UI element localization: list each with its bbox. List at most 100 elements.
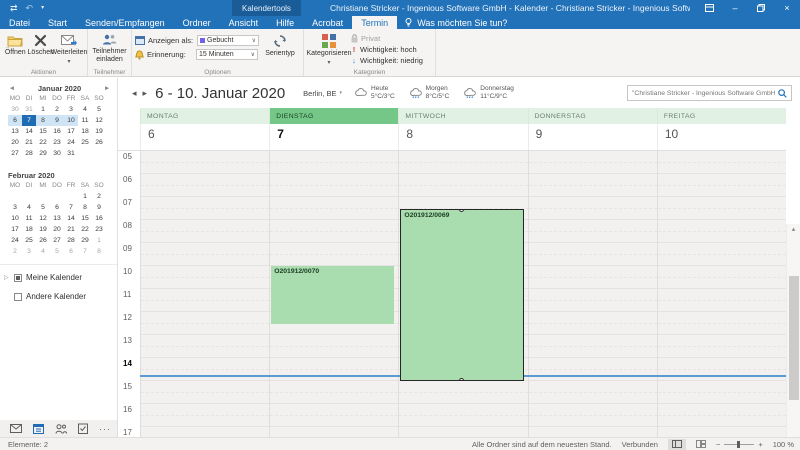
- appointment[interactable]: O201912/0070: [271, 266, 394, 324]
- ribbon-display-options-icon[interactable]: [696, 0, 722, 16]
- mini-calendar-date[interactable]: 27: [50, 235, 64, 246]
- mini-calendar-date[interactable]: 10: [8, 213, 22, 224]
- reading-pane-icon[interactable]: [696, 440, 706, 448]
- mini-calendar-date[interactable]: 3: [64, 104, 78, 115]
- mini-calendar-date[interactable]: 9: [92, 202, 106, 213]
- tab-hilfe[interactable]: Hilfe: [267, 16, 303, 29]
- time-slot[interactable]: [270, 197, 398, 220]
- mini-calendar-date[interactable]: 2: [50, 104, 64, 115]
- time-slot[interactable]: [141, 151, 269, 174]
- time-slot[interactable]: [270, 404, 398, 427]
- weather-item[interactable]: Donnerstag11°C/9°C: [463, 85, 514, 101]
- mini-calendar-date[interactable]: 28: [22, 148, 36, 159]
- time-slot[interactable]: [529, 151, 657, 174]
- date-number-dienstag[interactable]: 7: [269, 124, 398, 150]
- resize-handle-top[interactable]: [459, 209, 464, 212]
- weather-location[interactable]: Berlin, BE ▾: [303, 89, 342, 98]
- previous-month-icon[interactable]: ◂: [8, 84, 16, 92]
- time-slot[interactable]: [399, 404, 527, 427]
- mini-calendar-date[interactable]: 20: [8, 137, 22, 148]
- time-slot[interactable]: [529, 174, 657, 197]
- mini-calendar-date[interactable]: 13: [50, 213, 64, 224]
- time-slot[interactable]: [529, 266, 657, 289]
- search-input[interactable]: [632, 90, 775, 97]
- mini-calendar-date[interactable]: 14: [64, 213, 78, 224]
- normal-view-button[interactable]: [668, 439, 686, 450]
- time-slot[interactable]: [270, 427, 398, 437]
- time-slot[interactable]: [658, 427, 786, 437]
- mini-calendar-date[interactable]: 7: [22, 115, 36, 126]
- time-slot[interactable]: [270, 174, 398, 197]
- search-box[interactable]: [627, 85, 792, 101]
- mini-calendar-date[interactable]: 30: [8, 104, 22, 115]
- minimize-button[interactable]: –: [722, 0, 748, 16]
- mini-calendar-date[interactable]: 7: [64, 202, 78, 213]
- mini-calendar-date[interactable]: 4: [78, 104, 92, 115]
- mini-calendar-date[interactable]: 23: [92, 224, 106, 235]
- time-slot[interactable]: [141, 197, 269, 220]
- day-header-montag[interactable]: MONTAG: [140, 108, 269, 124]
- mini-calendar-date[interactable]: 1: [92, 235, 106, 246]
- mini-calendar-date[interactable]: 8: [36, 115, 50, 126]
- search-icon[interactable]: [778, 89, 787, 98]
- private-button[interactable]: Privat: [351, 34, 423, 43]
- forward-button[interactable]: Weiterleiten ▾: [54, 31, 84, 66]
- reminder-select[interactable]: 15 Minuten ∨: [196, 49, 258, 60]
- mini-calendar-date[interactable]: 1: [36, 104, 50, 115]
- mini-calendar-date[interactable]: 4: [22, 202, 36, 213]
- mini-calendar-date[interactable]: 5: [50, 246, 64, 257]
- time-slot[interactable]: [529, 427, 657, 437]
- close-button[interactable]: ×: [774, 0, 800, 16]
- tab-senden/empfangen[interactable]: Senden/Empfangen: [76, 16, 174, 29]
- other-calendars-checkbox[interactable]: [14, 293, 22, 301]
- mini-calendar-date[interactable]: 29: [36, 148, 50, 159]
- mini-calendar-date[interactable]: 31: [64, 148, 78, 159]
- mini-calendar-date[interactable]: 3: [22, 246, 36, 257]
- time-slot[interactable]: [529, 243, 657, 266]
- time-slot[interactable]: [658, 335, 786, 358]
- mini-calendar-date[interactable]: 15: [78, 213, 92, 224]
- zoom-out-icon[interactable]: −: [716, 440, 720, 449]
- zoom-slider[interactable]: [724, 444, 754, 445]
- time-slot[interactable]: [658, 358, 786, 381]
- time-slot[interactable]: [399, 174, 527, 197]
- my-calendars-checkbox[interactable]: [14, 274, 22, 282]
- mini-calendar-date[interactable]: 22: [36, 137, 50, 148]
- open-button[interactable]: Öffnen: [3, 31, 28, 66]
- mini-calendar-date[interactable]: 22: [78, 224, 92, 235]
- mini-calendar-date[interactable]: 6: [50, 202, 64, 213]
- mini-calendar-date[interactable]: 25: [22, 235, 36, 246]
- time-slot[interactable]: [658, 381, 786, 404]
- people-icon[interactable]: [55, 424, 67, 434]
- time-slot[interactable]: [141, 335, 269, 358]
- time-slot[interactable]: [270, 335, 398, 358]
- scroll-up-icon[interactable]: ▴: [787, 224, 800, 236]
- time-slot[interactable]: [141, 266, 269, 289]
- mini-calendar-date[interactable]: 25: [78, 137, 92, 148]
- tab-ordner[interactable]: Ordner: [174, 16, 220, 29]
- mini-calendar-date[interactable]: 5: [92, 104, 106, 115]
- time-slot[interactable]: [399, 381, 527, 404]
- time-slot[interactable]: [658, 151, 786, 174]
- more-apps-icon[interactable]: ···: [99, 424, 111, 434]
- mini-calendar-date[interactable]: 16: [50, 126, 64, 137]
- send-receive-icon[interactable]: ⇄: [10, 4, 18, 13]
- mini-calendar-date[interactable]: 27: [8, 148, 22, 159]
- day-header-mittwoch[interactable]: MITTWOCH: [398, 108, 527, 124]
- time-slot[interactable]: [141, 174, 269, 197]
- tab-datei[interactable]: Datei: [0, 16, 39, 29]
- mini-calendar-date[interactable]: 2: [92, 191, 106, 202]
- date-number-mittwoch[interactable]: 8: [398, 124, 527, 150]
- time-slot[interactable]: [141, 243, 269, 266]
- importance-high-button[interactable]: ! Wichtigkeit: hoch: [351, 45, 423, 54]
- tell-me-box[interactable]: Was möchten Sie tun?: [397, 16, 515, 29]
- tab-acrobat[interactable]: Acrobat: [303, 16, 352, 29]
- time-slot[interactable]: [141, 358, 269, 381]
- date-number-donnerstag[interactable]: 9: [528, 124, 657, 150]
- mini-calendar-date[interactable]: 24: [64, 137, 78, 148]
- maximize-button[interactable]: [748, 0, 774, 16]
- time-slot[interactable]: [529, 312, 657, 335]
- zoom-slider-thumb[interactable]: [737, 441, 740, 448]
- mini-calendar-date[interactable]: 1: [78, 191, 92, 202]
- time-slot[interactable]: [141, 289, 269, 312]
